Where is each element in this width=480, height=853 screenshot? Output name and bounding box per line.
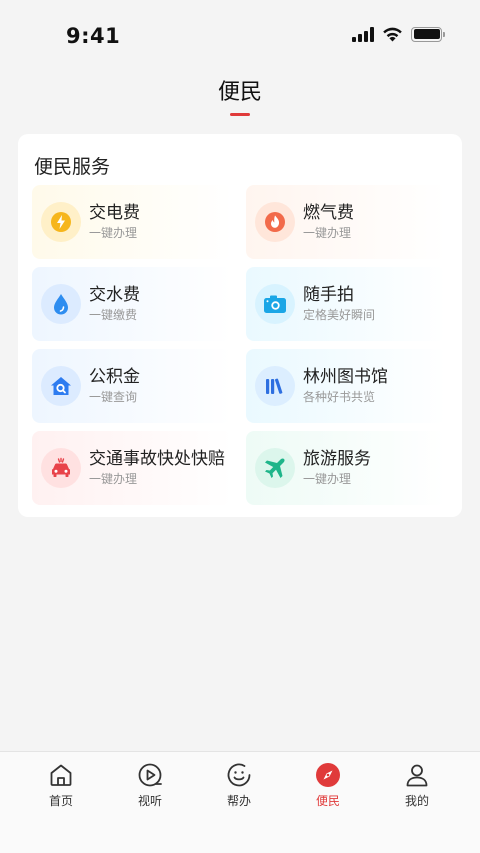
service-subtitle: 定格美好瞬间 (303, 308, 376, 322)
user-icon (406, 764, 428, 787)
service-item-housing-fund[interactable]: 公积金 一键查询 (32, 349, 232, 423)
tab-assist[interactable]: 帮办 (209, 762, 269, 809)
tab-label: 便民 (315, 794, 340, 808)
section-title: 便民服务 (34, 156, 111, 178)
play-icon (138, 763, 162, 787)
airplane-icon (255, 448, 295, 488)
service-name: 燃气费 (303, 203, 354, 223)
tab-services[interactable]: 便民 (298, 762, 358, 809)
service-item-electricity[interactable]: 交电费 一键办理 (32, 185, 232, 259)
service-subtitle: 各种好书共览 (303, 390, 376, 404)
cellular-signal-icon (352, 26, 374, 42)
lightning-icon (41, 202, 81, 242)
service-item-traffic-accident[interactable]: 交通事故快处快赔 一键办理 (32, 431, 232, 505)
service-item-photo[interactable]: 随手拍 定格美好瞬间 (246, 267, 446, 341)
status-bar: 9:41 (0, 0, 480, 70)
tab-label: 首页 (48, 794, 73, 808)
car-accident-icon (41, 448, 81, 488)
status-time: 9:41 (66, 24, 121, 48)
service-name: 公积金 (89, 367, 140, 387)
service-subtitle: 一键办理 (89, 226, 138, 240)
tab-profile[interactable]: 我的 (387, 762, 447, 809)
service-item-library[interactable]: 林州图书馆 各种好书共览 (246, 349, 446, 423)
service-name: 旅游服务 (303, 449, 371, 469)
tab-home[interactable]: 首页 (31, 762, 91, 809)
service-name: 交电费 (89, 203, 140, 223)
compass-icon (316, 763, 340, 787)
service-item-gas[interactable]: 燃气费 一键办理 (246, 185, 446, 259)
service-name: 随手拍 (303, 285, 354, 305)
service-name: 交通事故快处快赔 (89, 449, 225, 469)
page-title: 便民 (217, 80, 262, 105)
service-item-travel[interactable]: 旅游服务 一键办理 (246, 431, 446, 505)
house-search-icon (41, 366, 81, 406)
service-subtitle: 一键缴费 (89, 308, 138, 322)
flame-icon (255, 202, 295, 242)
home-icon (50, 764, 72, 786)
service-subtitle: 一键查询 (89, 390, 138, 404)
service-item-water[interactable]: 交水费 一键缴费 (32, 267, 232, 341)
service-subtitle: 一键办理 (303, 226, 352, 240)
service-name: 林州图书馆 (303, 367, 388, 387)
bottom-tab-bar: 首页 视听 帮办 便民 我的 (0, 751, 480, 853)
tab-label: 帮办 (226, 794, 251, 808)
service-subtitle: 一键办理 (303, 472, 352, 486)
service-name: 交水费 (89, 285, 140, 305)
water-drop-icon (41, 284, 81, 324)
status-icons (352, 26, 445, 42)
battery-icon (411, 26, 445, 42)
service-card: 便民服务 交电费 一键办理 燃气费 一键办理 交水费 一键缴费 随手拍 定格美好… (18, 134, 462, 517)
books-icon (255, 366, 295, 406)
tab-label: 视听 (137, 794, 162, 808)
tab-media[interactable]: 视听 (120, 762, 180, 809)
tab-label: 我的 (404, 794, 429, 808)
wifi-icon (383, 27, 402, 42)
smile-icon (227, 763, 251, 787)
service-subtitle: 一键办理 (89, 472, 138, 486)
camera-icon (255, 284, 295, 324)
title-underline (230, 113, 250, 116)
